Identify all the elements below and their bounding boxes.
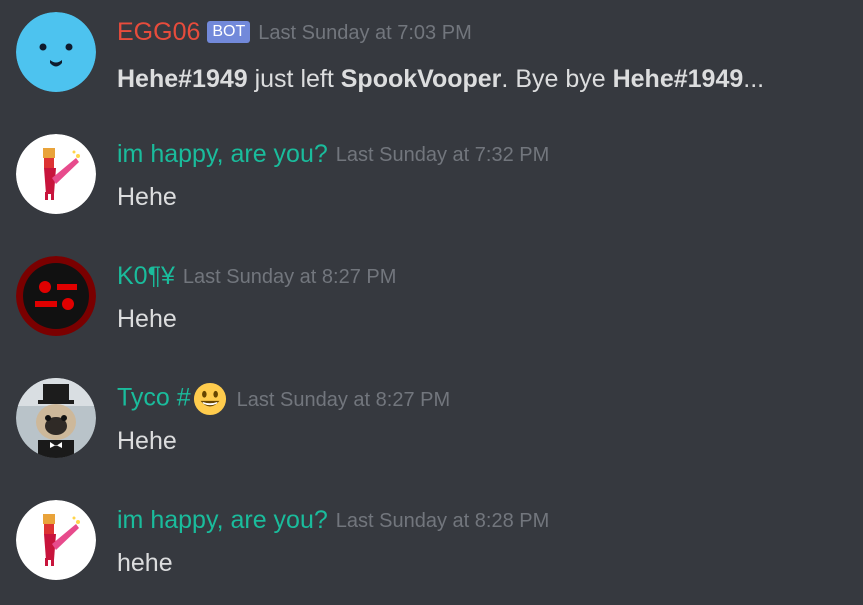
message-item: im happy, are you? Last Sunday at 8:28 P… — [0, 488, 863, 598]
timestamp: Last Sunday at 8:27 PM — [236, 389, 451, 411]
message-header: Tyco # Last Sunday at 8:27 PM — [117, 382, 450, 416]
message-text: . Bye bye — [501, 65, 613, 93]
message-header: K0¶¥ Last Sunday at 8:27 PM — [117, 260, 396, 292]
message-content: Hehe#1949 just left SpookVooper. Bye bye… — [117, 64, 764, 94]
user-mention: Hehe#1949 — [612, 65, 744, 93]
message-item: im happy, are you? Last Sunday at 7:32 P… — [0, 122, 863, 232]
pink-figure-avatar[interactable] — [16, 134, 96, 214]
message-content: Hehe — [117, 427, 177, 455]
blue-face-avatar[interactable] — [16, 12, 96, 92]
message-header: im happy, are you? Last Sunday at 7:32 P… — [117, 138, 549, 170]
timestamp: Last Sunday at 8:27 PM — [182, 266, 397, 288]
username[interactable]: EGG06 — [117, 17, 200, 47]
username[interactable]: im happy, are you? — [117, 139, 328, 169]
red-robot-avatar[interactable] — [16, 256, 96, 336]
username[interactable]: Tyco # — [117, 382, 227, 416]
bot-badge: BOT — [207, 21, 251, 43]
timestamp: Last Sunday at 7:32 PM — [335, 144, 550, 166]
message-item: EGG06 BOT Last Sunday at 7:03 PM Hehe#19… — [0, 0, 863, 110]
timestamp: Last Sunday at 7:03 PM — [258, 22, 472, 44]
chat-message-list: EGG06 BOT Last Sunday at 7:03 PM Hehe#19… — [0, 0, 863, 605]
message-header: EGG06 BOT Last Sunday at 7:03 PM — [117, 16, 472, 48]
smiley-emoji-icon — [193, 382, 226, 416]
server-name: SpookVooper — [340, 65, 502, 93]
pink-figure-avatar[interactable] — [16, 500, 96, 580]
message-content: Hehe — [117, 305, 177, 333]
user-mention: Hehe#1949 — [117, 65, 248, 93]
username[interactable]: im happy, are you? — [117, 505, 328, 535]
message-header: im happy, are you? Last Sunday at 8:28 P… — [117, 504, 549, 536]
message-item: Tyco # Last Sunday at 8:27 PM Hehe — [0, 366, 863, 476]
message-content: hehe — [117, 549, 173, 577]
message-content: Hehe — [117, 183, 177, 211]
username-text: Tyco # — [117, 383, 191, 412]
message-text: just left — [247, 65, 341, 93]
timestamp: Last Sunday at 8:28 PM — [335, 510, 550, 532]
pug-top-hat-avatar[interactable] — [16, 378, 96, 458]
message-text: ... — [743, 65, 765, 93]
message-item: K0¶¥ Last Sunday at 8:27 PM Hehe — [0, 244, 863, 354]
username[interactable]: K0¶¥ — [117, 261, 175, 291]
